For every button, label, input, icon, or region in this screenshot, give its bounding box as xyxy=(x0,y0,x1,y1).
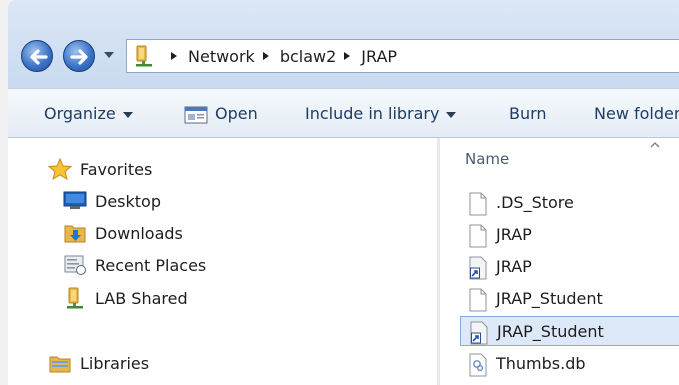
forward-button[interactable] xyxy=(63,40,95,72)
file-row-jrap-shortcut[interactable]: JRAP xyxy=(460,252,679,282)
nav-item-label: LAB Shared xyxy=(95,289,188,308)
shortcut-icon xyxy=(470,321,488,345)
file-row-jrap[interactable]: JRAP xyxy=(460,220,679,250)
network-folder-icon xyxy=(136,45,152,67)
breadcrumb-network[interactable]: Network xyxy=(188,47,255,66)
recent-places-icon xyxy=(64,255,86,275)
nav-item-lab-shared[interactable]: LAB Shared xyxy=(67,287,188,309)
file-icon xyxy=(469,288,487,312)
network-folder-icon xyxy=(67,287,83,309)
new-folder-button[interactable]: New folder xyxy=(594,104,679,123)
open-button[interactable]: Open xyxy=(215,104,258,123)
file-row-thumbs-db[interactable]: Thumbs.db xyxy=(460,349,679,379)
file-name: Thumbs.db xyxy=(496,354,586,373)
nav-item-downloads[interactable]: Downloads xyxy=(64,224,183,243)
breadcrumb-jrap[interactable]: JRAP xyxy=(361,47,397,66)
include-in-library-button[interactable]: Include in library xyxy=(305,104,457,123)
explorer-window: Network bclaw2 JRAP Organize Open Includ… xyxy=(0,0,679,385)
shortcut-icon xyxy=(469,256,487,280)
file-name: JRAP xyxy=(496,257,532,276)
chevron-right-icon[interactable] xyxy=(261,51,271,61)
thumbs-db-icon xyxy=(469,353,487,377)
organize-button[interactable]: Organize xyxy=(44,104,133,123)
include-in-library-label: Include in library xyxy=(305,104,440,123)
back-button[interactable] xyxy=(21,40,53,72)
favorites-star-icon xyxy=(48,158,72,180)
organize-label: Organize xyxy=(44,104,116,123)
file-name: JRAP xyxy=(496,225,532,244)
nav-item-label: Recent Places xyxy=(95,256,207,275)
file-name: JRAP_Student xyxy=(496,289,603,308)
file-name: JRAP_Student xyxy=(497,322,604,341)
chevron-down-icon[interactable] xyxy=(103,50,115,60)
file-icon xyxy=(469,224,487,248)
caret-down-icon xyxy=(122,111,133,118)
nav-favorites[interactable]: Favorites xyxy=(48,158,153,180)
column-header-name[interactable]: Name xyxy=(465,150,509,168)
caret-down-icon xyxy=(446,111,457,118)
chevron-right-icon[interactable] xyxy=(169,51,179,61)
forward-arrow-icon xyxy=(70,49,88,65)
desktop-icon xyxy=(63,191,87,209)
sort-ascending-icon xyxy=(650,142,660,148)
nav-libraries[interactable]: Libraries xyxy=(49,354,150,373)
file-icon xyxy=(469,192,487,216)
nav-favorites-label: Favorites xyxy=(80,160,153,179)
nav-item-label: Downloads xyxy=(95,224,183,243)
nav-item-desktop[interactable]: Desktop xyxy=(63,191,161,211)
file-row-jrap-student-shortcut[interactable]: JRAP_Student xyxy=(460,316,679,346)
breadcrumb-bclaw2[interactable]: bclaw2 xyxy=(280,47,336,66)
back-arrow-icon xyxy=(30,49,48,65)
file-name: .DS_Store xyxy=(496,193,574,212)
nav-item-label: Desktop xyxy=(95,192,161,211)
nav-item-recent-places[interactable]: Recent Places xyxy=(64,255,207,275)
nav-libraries-label: Libraries xyxy=(80,354,150,373)
open-icon xyxy=(184,106,208,124)
file-row-jrap-student[interactable]: JRAP_Student xyxy=(460,284,679,314)
address-bar[interactable]: Network bclaw2 JRAP xyxy=(126,39,679,73)
chevron-right-icon[interactable] xyxy=(342,51,352,61)
burn-button[interactable]: Burn xyxy=(509,104,547,123)
downloads-icon xyxy=(64,225,86,243)
file-row-ds-store[interactable]: .DS_Store xyxy=(460,188,679,218)
libraries-icon xyxy=(49,356,71,373)
